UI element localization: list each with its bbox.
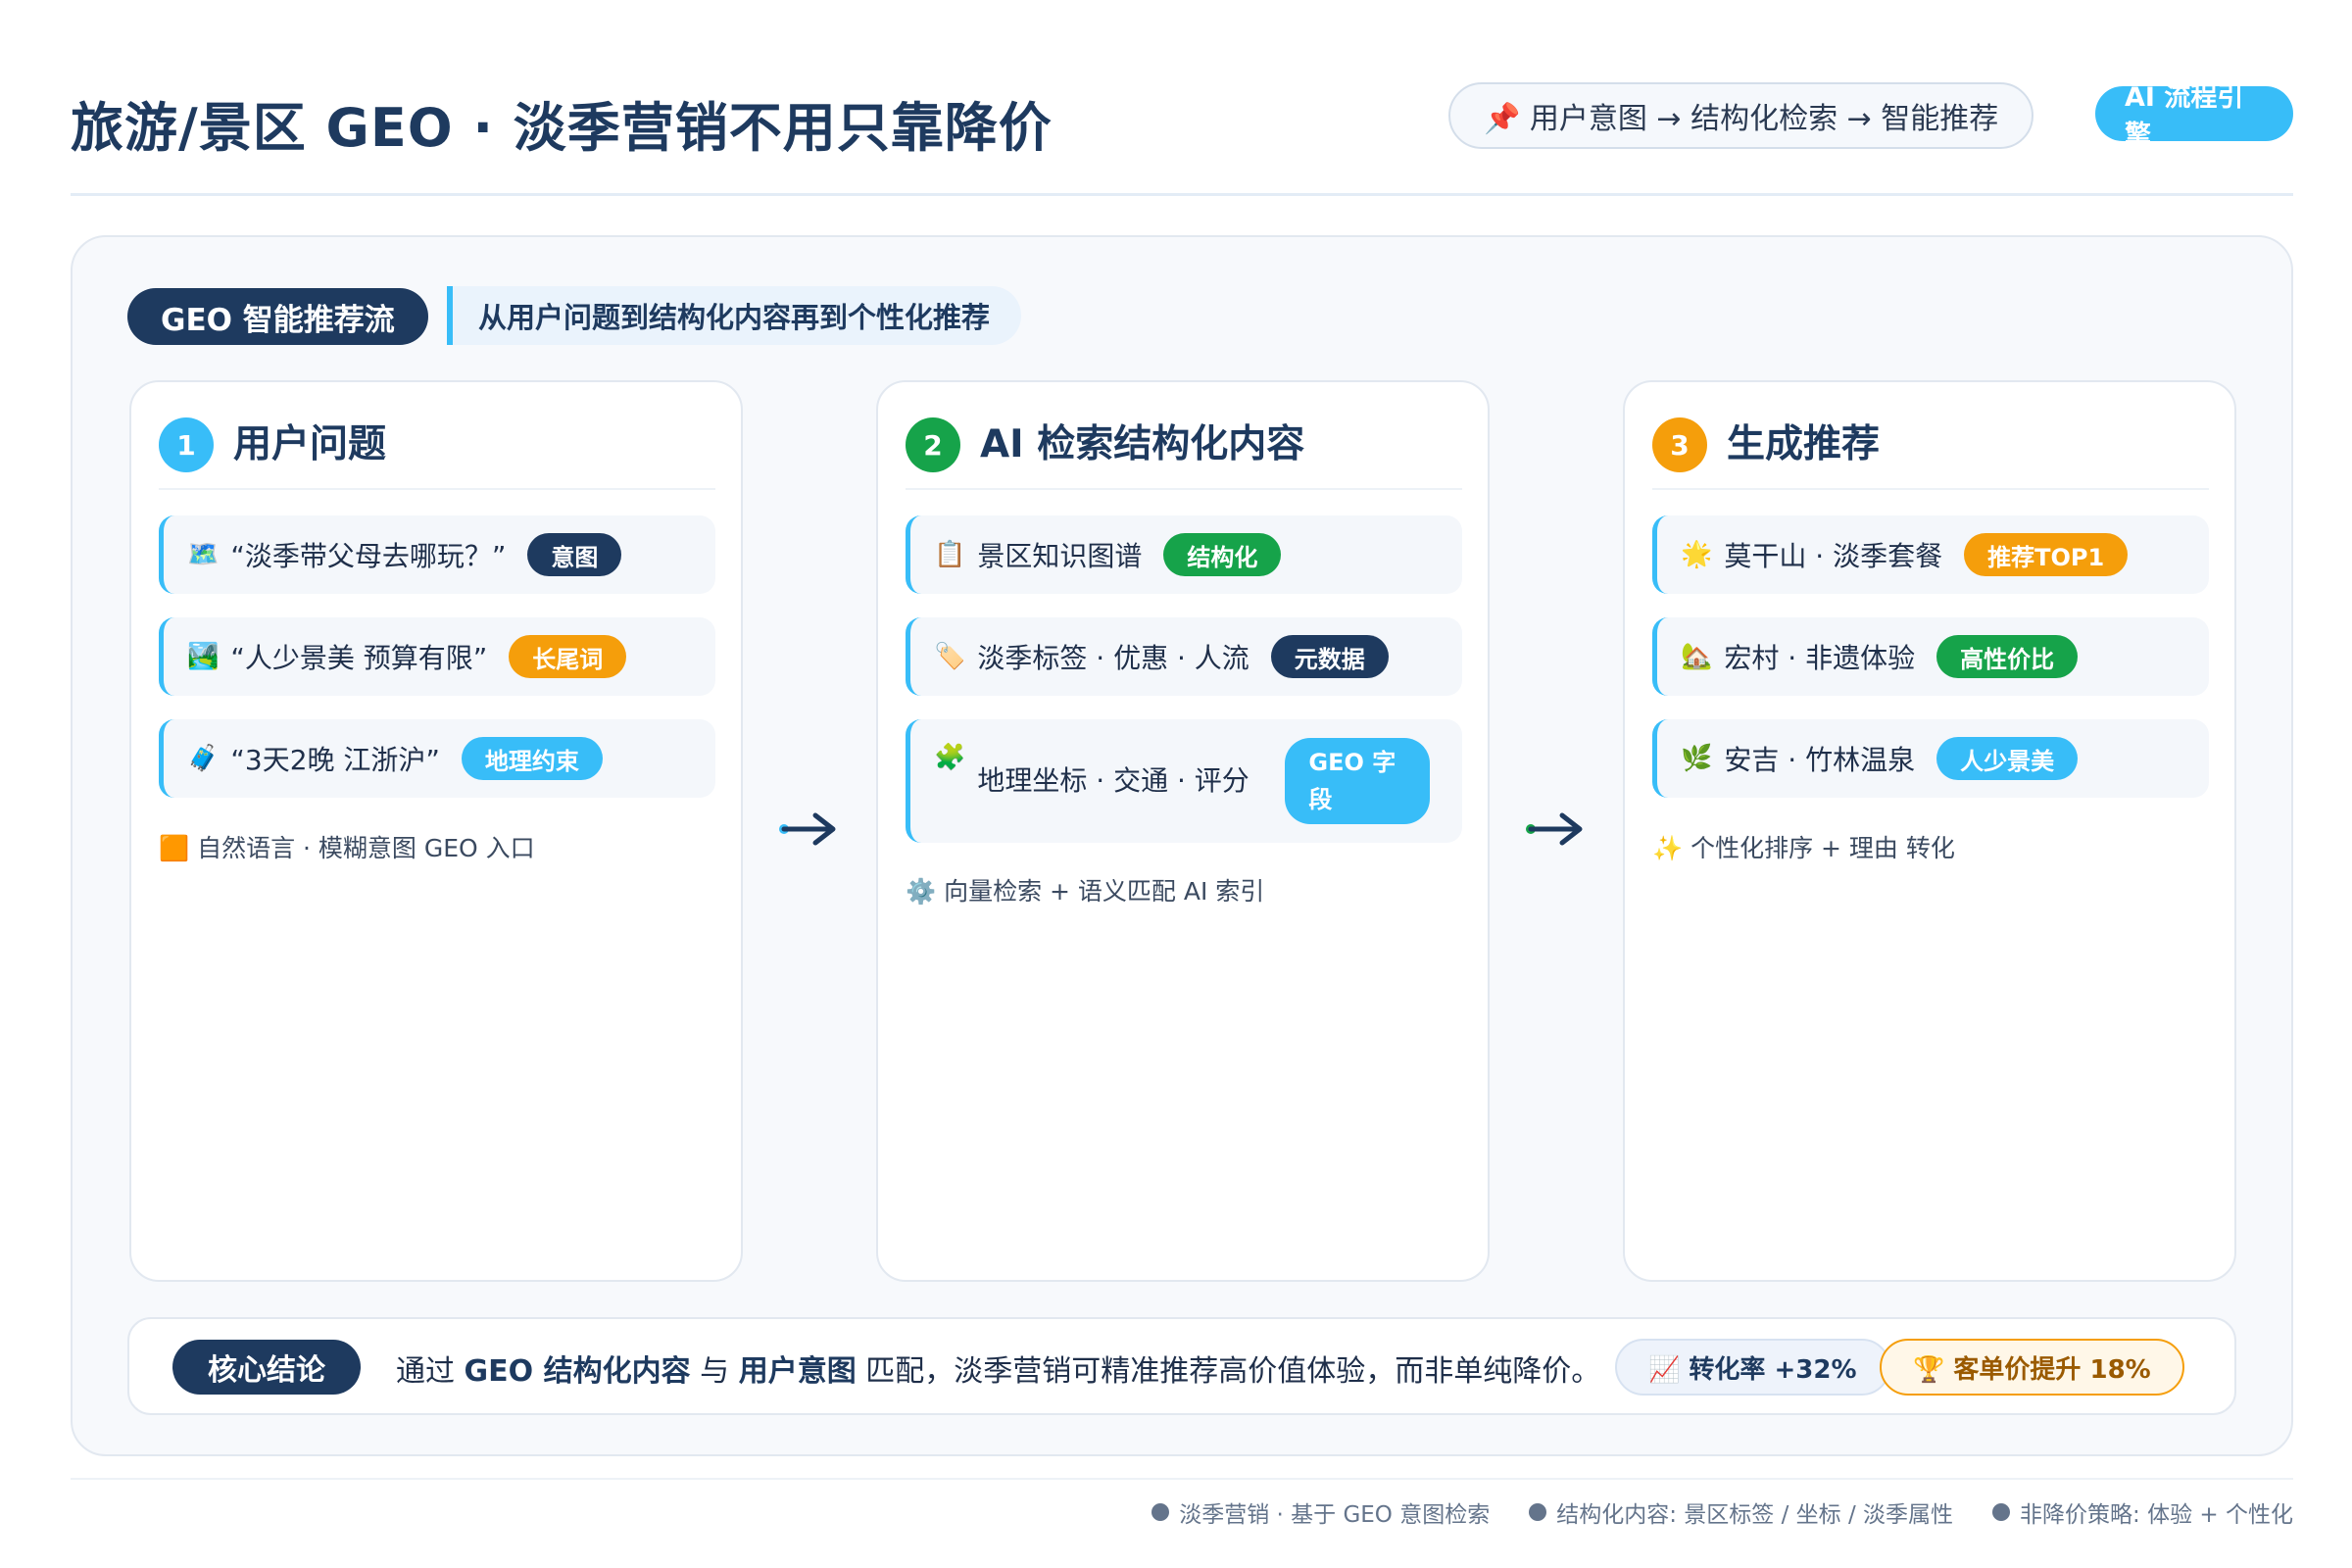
- clipboard-icon: 📋: [934, 540, 966, 569]
- item-text: “3天2晚 江浙沪”: [230, 744, 440, 776]
- item-text: 莫干山 · 淡季套餐: [1724, 540, 1943, 572]
- list-item: 🗺️ “淡季带父母去哪玩？” 意图: [159, 515, 715, 594]
- main-panel: GEO 智能推荐流 从用户问题到结构化内容再到个性化推荐 1 用户问题 🗺️ “…: [71, 235, 2293, 1456]
- conclusion-bar: 核心结论 通过 GEO 结构化内容 与 用户意图 匹配，淡季营销可精准推荐高价值…: [127, 1317, 2236, 1415]
- conclusion-label: 核心结论: [172, 1340, 361, 1395]
- engine-badge[interactable]: AI 流程引擎: [2095, 82, 2293, 151]
- item-text: 安吉 · 竹林温泉: [1724, 744, 1916, 776]
- note-text: 向量检索 + 语义匹配 AI 索引: [944, 877, 1265, 906]
- card-note: 🟧 自然语言 · 模糊意图 GEO 入口: [159, 829, 535, 864]
- bullet-dot-icon: [1529, 1503, 1547, 1521]
- card-title: 生成推荐: [1727, 422, 1881, 466]
- conclusion-highlight: GEO 结构化内容: [464, 1354, 691, 1389]
- orange-square-icon: 🟧: [159, 834, 190, 862]
- step-number-badge: 2: [906, 417, 960, 472]
- flow-arrow-icon: [1526, 812, 1583, 846]
- item-tag: 意图: [527, 533, 622, 576]
- footer: 淡季营销 · 基于 GEO 意图检索 结构化内容: 景区标签 / 坐标 / 淡季…: [1152, 1495, 2293, 1529]
- footer-divider: [71, 1478, 2293, 1480]
- conclusion-highlight: 用户意图: [738, 1354, 857, 1389]
- puzzle-icon: 🧩: [934, 743, 966, 772]
- conclusion-text-part: 通过: [396, 1354, 465, 1389]
- footer-text: 淡季营销 · 基于 GEO 意图检索: [1179, 1502, 1491, 1528]
- step-card-recommendation: 3 生成推荐 🌟 莫干山 · 淡季套餐 推荐TOP1 🏡 宏村 · 非遗体验 高…: [1623, 380, 2236, 1282]
- bullet-dot-icon: [1152, 1503, 1170, 1521]
- sparkles-icon: ✨: [1652, 834, 1684, 862]
- item-tag: 高性价比: [1936, 635, 2079, 678]
- item-tag: 人少景美: [1936, 737, 2079, 780]
- list-item: 🧳 “3天2晚 江浙沪” 地理约束: [159, 719, 715, 798]
- step-card-user-question: 1 用户问题 🗺️ “淡季带父母去哪玩？” 意图 🏞️ “人少景美 预算有限” …: [129, 380, 743, 1282]
- flow-pill: 📌 用户意图 → 结构化检索 → 智能推荐: [1448, 82, 2034, 149]
- list-item: 🌟 莫干山 · 淡季套餐 推荐TOP1: [1652, 515, 2209, 594]
- item-text: 景区知识图谱: [977, 540, 1143, 572]
- item-text: “淡季带父母去哪玩？”: [230, 540, 507, 572]
- house-icon: 🏡: [1681, 642, 1713, 671]
- label-icon: 🏷️: [934, 642, 966, 671]
- list-item: 🧩 地理坐标 · 交通 · 评分 GEO 字段: [906, 719, 1462, 843]
- item-tag: 结构化: [1163, 533, 1282, 576]
- card-header: 3 生成推荐: [1652, 417, 2209, 490]
- note-text: 个性化排序 + 理由 转化: [1690, 834, 1955, 862]
- conclusion-text: 通过 GEO 结构化内容 与 用户意图 匹配，淡季营销可精准推荐高价值体验，而非…: [396, 1347, 1600, 1390]
- step-number-badge: 3: [1652, 417, 1707, 472]
- list-item: 🌿 安吉 · 竹林温泉 人少景美: [1652, 719, 2209, 798]
- list-item: 🏡 宏村 · 非遗体验 高性价比: [1652, 617, 2209, 696]
- gear-icon: ⚙️: [906, 877, 937, 906]
- page-header: 旅游/景区 GEO · 淡季营销不用只靠降价 📌 用户意图 → 结构化检索 → …: [71, 80, 2293, 196]
- star-icon: 🌟: [1681, 540, 1713, 569]
- item-tag: GEO 字段: [1285, 738, 1431, 824]
- leaf-icon: 🌿: [1681, 744, 1713, 773]
- card-header: 1 用户问题: [159, 417, 715, 490]
- item-text: 宏村 · 非遗体验: [1724, 642, 1916, 674]
- section-label: GEO 智能推荐流: [127, 288, 428, 345]
- footer-item: 结构化内容: 景区标签 / 坐标 / 淡季属性: [1529, 1495, 1953, 1529]
- bullet-dot-icon: [1992, 1503, 2011, 1521]
- item-text: “人少景美 预算有限”: [230, 642, 488, 674]
- footer-text: 结构化内容: 景区标签 / 坐标 / 淡季属性: [1556, 1502, 1954, 1528]
- luggage-icon: 🧳: [187, 744, 220, 773]
- list-item: 🏞️ “人少景美 预算有限” 长尾词: [159, 617, 715, 696]
- item-tag: 元数据: [1270, 635, 1389, 678]
- item-text: 淡季标签 · 优惠 · 人流: [977, 642, 1250, 674]
- map-icon: 🗺️: [187, 540, 220, 569]
- item-tag: 地理约束: [461, 737, 603, 780]
- card-note: ✨ 个性化排序 + 理由 转化: [1652, 829, 1955, 864]
- list-item: 🏷️ 淡季标签 · 优惠 · 人流 元数据: [906, 617, 1462, 696]
- conversion-metric-badge: 📈 转化率 +32%: [1615, 1339, 1890, 1396]
- conclusion-text-part: 匹配，淡季营销可精准推荐高价值体验，而非单纯降价。: [856, 1354, 1601, 1389]
- list-item: 📋 景区知识图谱 结构化: [906, 515, 1462, 594]
- flow-arrow-icon: [779, 812, 836, 846]
- card-note: ⚙️ 向量检索 + 语义匹配 AI 索引: [906, 872, 1264, 907]
- footer-item: 淡季营销 · 基于 GEO 意图检索: [1152, 1495, 1490, 1529]
- card-header: 2 AI 检索结构化内容: [906, 417, 1462, 490]
- item-tag: 推荐TOP1: [1964, 533, 2129, 576]
- landscape-icon: 🏞️: [187, 642, 220, 671]
- step-number-badge: 1: [159, 417, 214, 472]
- section-subtitle: 从用户问题到结构化内容再到个性化推荐: [447, 286, 1022, 345]
- footer-text: 非降价策略: 体验 + 个性化: [2020, 1502, 2293, 1528]
- card-title: 用户问题: [233, 422, 387, 466]
- footer-item: 非降价策略: 体验 + 个性化: [1992, 1495, 2293, 1529]
- note-text: 自然语言 · 模糊意图 GEO 入口: [197, 834, 535, 862]
- page-title: 旅游/景区 GEO · 淡季营销不用只靠降价: [71, 97, 1053, 159]
- conclusion-text-part: 与: [690, 1354, 739, 1389]
- item-text: 地理坐标 · 交通 · 评分: [977, 764, 1250, 797]
- item-tag: 长尾词: [509, 635, 627, 678]
- aov-metric-badge: 🏆 客单价提升 18%: [1880, 1339, 2184, 1396]
- card-title: AI 检索结构化内容: [980, 422, 1305, 466]
- step-card-ai-retrieval: 2 AI 检索结构化内容 📋 景区知识图谱 结构化 🏷️ 淡季标签 · 优惠 ·…: [876, 380, 1490, 1282]
